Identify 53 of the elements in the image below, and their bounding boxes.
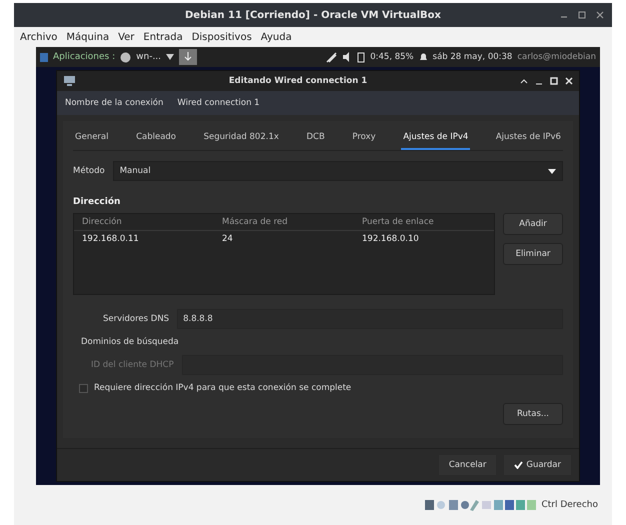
routes-button[interactable]: Rutas... (503, 403, 563, 425)
bell-icon (418, 52, 428, 62)
menu-item[interactable]: Ver (118, 32, 134, 42)
address-button[interactable]: Añadir (503, 213, 563, 235)
table-cell[interactable]: 192.168.0.11 (74, 231, 214, 247)
host-key-label: Ctrl Derecho (541, 500, 598, 510)
checkbox[interactable] (79, 384, 88, 392)
check-icon (514, 461, 524, 469)
dropdown-arrow-icon (548, 168, 556, 174)
column-header: Máscara de red (214, 214, 354, 231)
download-icon[interactable] (179, 49, 198, 65)
tab[interactable]: Ajustes de IPv6 (494, 129, 563, 150)
applications-menu[interactable]: Aplicaciones : (53, 52, 116, 62)
method-label: Método (73, 166, 105, 176)
user-name: carlos@miodebian (517, 52, 596, 62)
dns-label: Servidores DNS (103, 314, 170, 324)
address-button[interactable]: Eliminar (503, 243, 563, 265)
apps-icon[interactable] (40, 52, 48, 62)
menu-item[interactable]: Archivo (20, 32, 58, 42)
collapse-icon[interactable] (520, 77, 528, 85)
tab[interactable]: DCB (304, 129, 327, 150)
caret-icon[interactable] (166, 54, 174, 60)
battery-status: 0:45, 85% (370, 52, 414, 62)
search-domains-label: Dominios de búsqueda (81, 337, 179, 347)
section-heading: Dirección (73, 197, 122, 207)
table-cell[interactable]: 192.168.0.10 (354, 231, 494, 247)
dns-field[interactable]: 8.8.8.8 (177, 309, 563, 329)
cancel-button[interactable]: Cancelar (438, 455, 496, 475)
column-header: Puerta de enlace (354, 214, 494, 231)
app-icon (120, 52, 132, 62)
window-title: Debian 11 [Corriendo] - Oracle VM VirtualBox (184, 10, 441, 20)
method-dropdown[interactable]: Manual (112, 161, 563, 181)
menu-item[interactable]: Dispositivos (192, 32, 252, 42)
tab[interactable]: Ajustes de IPv4 (401, 129, 470, 150)
dhcp-client-id-label: ID del cliente DHCP (91, 360, 174, 370)
battery-icon (357, 52, 366, 62)
tab[interactable]: General (73, 129, 110, 150)
tab[interactable]: Cableado (134, 129, 178, 150)
tab[interactable]: Proxy (350, 129, 378, 150)
menu-item[interactable]: Máquina (66, 32, 110, 42)
column-header: Dirección (74, 214, 214, 231)
task-button[interactable]: wn-... (136, 52, 162, 62)
clock: sáb 28 may, 00:38 (432, 52, 512, 62)
menu-item[interactable]: Ayuda (260, 32, 292, 42)
network-computer-icon (63, 75, 76, 87)
save-button[interactable]: Guardar (504, 455, 571, 475)
checkbox-label: Requiere dirección IPv4 para que esta conexión se complete (94, 383, 352, 393)
tab[interactable]: Seguridad 802.1x (202, 129, 281, 150)
menu-item[interactable]: Entrada (143, 32, 183, 42)
connection-name-label: Nombre de la conexión (65, 98, 164, 108)
table-cell[interactable]: 24 (214, 231, 354, 247)
connection-name-field[interactable]: Wired connection 1 (177, 98, 260, 108)
dialog-title: Editando Wired connection 1 (228, 76, 368, 86)
